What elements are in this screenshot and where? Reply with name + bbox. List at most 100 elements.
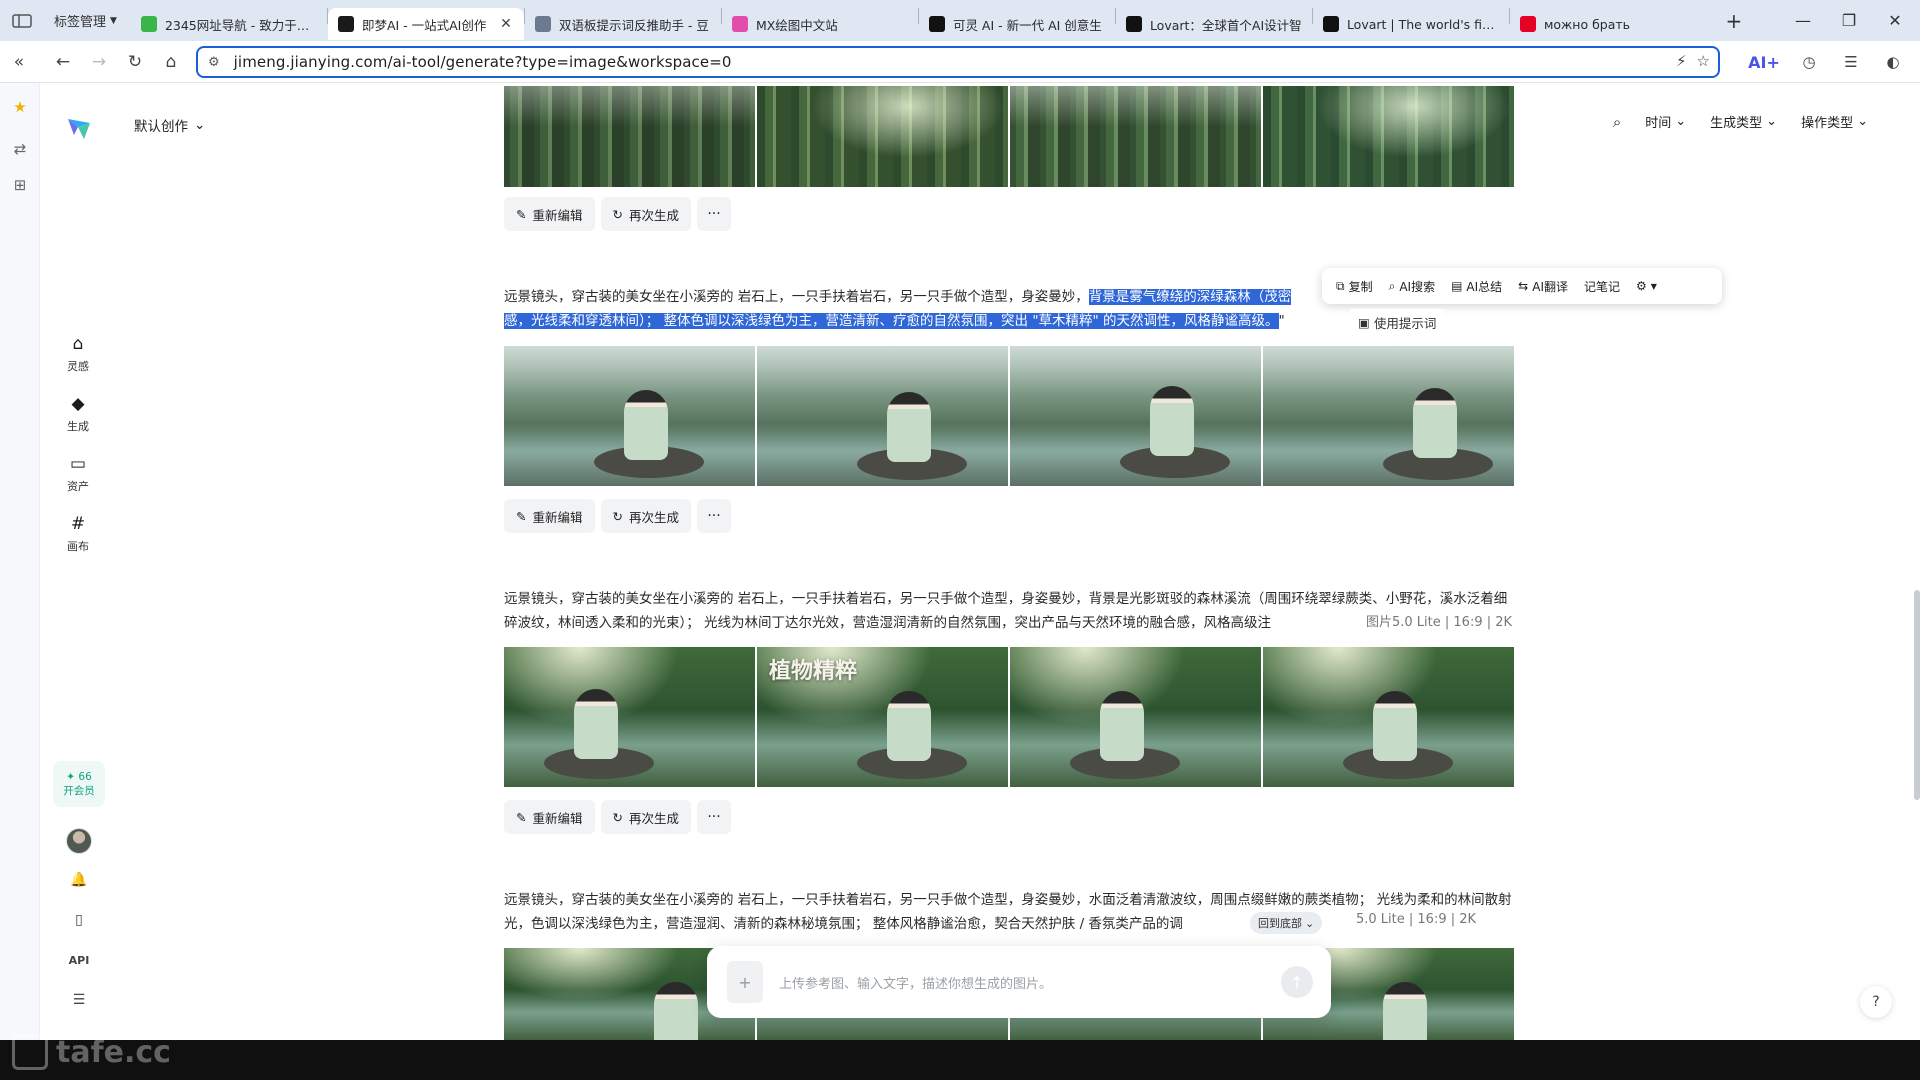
mobile-icon[interactable]: ▯: [66, 907, 92, 933]
generated-image[interactable]: [1010, 86, 1261, 187]
tab-group-button[interactable]: 标签管理 ▼: [46, 10, 125, 32]
use-prompt-button[interactable]: ▣ 使用提示词: [1350, 309, 1445, 335]
browser-tab[interactable]: 即梦AI - 一站式AI创作 ✕: [327, 8, 524, 40]
generated-image[interactable]: [504, 647, 755, 787]
generated-image[interactable]: [1010, 346, 1261, 486]
browser-tab[interactable]: Lovart：全球首个AI设计智: [1116, 8, 1312, 40]
avatar[interactable]: [66, 828, 92, 854]
page-scrollbar[interactable]: [1914, 590, 1920, 800]
jimeng-logo[interactable]: [64, 113, 94, 143]
regenerate-button[interactable]: ↻ 再次生成: [600, 197, 691, 231]
workspace-selector[interactable]: 默认创作 ⌄: [124, 110, 215, 140]
upload-reference-button[interactable]: +: [727, 961, 763, 1003]
chevron-down-icon: ⌄: [1675, 114, 1687, 129]
generation-meta: 5.0 Lite | 16:9 | 2K: [1352, 912, 1477, 927]
copy-button[interactable]: ⧉ 复制: [1328, 268, 1381, 304]
canvas-icon: #: [70, 514, 86, 534]
menu-icon[interactable]: ☰: [66, 987, 92, 1013]
generated-image[interactable]: [504, 86, 755, 187]
generated-image[interactable]: [1263, 647, 1514, 787]
browser-tab[interactable]: 双语板提示词反推助手 - 豆: [525, 8, 721, 40]
tab-title: можно брать: [1543, 16, 1631, 32]
image-figure: [1373, 691, 1417, 761]
bookmark-star-icon[interactable]: ☆: [1697, 52, 1710, 70]
more-button[interactable]: ···: [697, 197, 731, 231]
ai-plus-button[interactable]: AI+: [1744, 53, 1784, 72]
prompt-composer: + 上传参考图、输入文字，描述你想生成的图片。 ↑: [707, 946, 1331, 1018]
nav-label: 生成: [67, 420, 89, 433]
more-button[interactable]: ···: [697, 499, 731, 533]
home-button[interactable]: ⌂: [154, 45, 188, 79]
browser-tab[interactable]: можно брать: [1510, 8, 1706, 40]
nav-generate[interactable]: ◆ 生成: [40, 393, 116, 434]
search-icon: ⌕: [1388, 278, 1396, 293]
generated-image[interactable]: [757, 346, 1008, 486]
generated-image[interactable]: 植物精粹: [757, 647, 1008, 787]
generation-meta: 图片5.0 Lite | 16:9 | 2K: [1362, 611, 1513, 630]
address-bar[interactable]: ⚙ jimeng.jianying.com/ai-tool/generate?t…: [196, 46, 1720, 78]
favorites-star-icon[interactable]: ★: [0, 89, 40, 125]
forward-button[interactable]: →: [82, 45, 116, 79]
app-sidebar: ⌂ 灵感 ◆ 生成 ▭ 资产 # 画布 ✦ 66 开会员 🔔 ▯ API ☰: [40, 83, 116, 1040]
re-edit-button[interactable]: ✎ 重新编辑: [504, 499, 595, 533]
reload-button[interactable]: ↻: [118, 45, 152, 79]
regenerate-button[interactable]: ↻ 再次生成: [600, 499, 691, 533]
site-info-icon[interactable]: ⚙: [208, 55, 220, 70]
close-window-button[interactable]: ✕: [1872, 0, 1918, 41]
browser-tab[interactable]: 可灵 AI - 新一代 AI 创意生: [919, 8, 1115, 40]
help-button[interactable]: ?: [1860, 986, 1892, 1018]
more-button[interactable]: ···: [697, 800, 731, 834]
image-figure: [1100, 691, 1144, 761]
close-tab-icon[interactable]: ✕: [498, 16, 514, 32]
generated-image[interactable]: [757, 86, 1008, 187]
watermark: tafe.cc: [12, 1034, 171, 1070]
generated-image[interactable]: [1263, 86, 1514, 187]
generated-image[interactable]: [1263, 346, 1514, 486]
minimize-button[interactable]: —: [1780, 0, 1826, 41]
generated-image[interactable]: [1010, 647, 1261, 787]
restore-button[interactable]: ❐: [1826, 0, 1872, 41]
ai-translate-button[interactable]: ⇆ AI翻译: [1510, 268, 1576, 304]
sidebar-toggle-icon[interactable]: «: [2, 45, 36, 79]
back-button[interactable]: ←: [46, 45, 80, 79]
back-to-bottom-button[interactable]: 回到底部 ⌄: [1250, 912, 1323, 934]
browser-tab[interactable]: 2345网址导航 - 致力于打造: [131, 8, 327, 40]
image-figure: [654, 982, 698, 1040]
add-panel-icon[interactable]: ⊞: [0, 167, 40, 203]
ai-search-button[interactable]: ⌕ AI搜索: [1381, 268, 1443, 304]
send-button[interactable]: ↑: [1281, 966, 1313, 998]
ai-summary-button[interactable]: ▤ AI总结: [1443, 268, 1510, 304]
nav-inspiration[interactable]: ⌂ 灵感: [40, 333, 116, 374]
tab-actions-menu-icon[interactable]: [4, 7, 40, 35]
copy-icon: ⧉: [1336, 278, 1345, 293]
nav-assets[interactable]: ▭ 资产: [40, 453, 116, 494]
filter-operation-type[interactable]: 操作类型 ⌄: [1801, 112, 1868, 131]
settings-button[interactable]: ⚙ ▼: [1628, 268, 1665, 304]
regenerate-button[interactable]: ↻ 再次生成: [600, 800, 691, 834]
browser-tab[interactable]: Lovart | The world's first d: [1313, 8, 1509, 40]
browser-tab[interactable]: MX绘图中文站: [722, 8, 918, 40]
re-edit-button[interactable]: ✎ 重新编辑: [504, 800, 595, 834]
vip-card[interactable]: ✦ 66 开会员: [53, 761, 105, 807]
theme-icon[interactable]: ◐: [1876, 45, 1910, 79]
take-note-button[interactable]: 记笔记: [1576, 268, 1628, 304]
reading-list-icon[interactable]: ☰: [1834, 45, 1868, 79]
prompt-input[interactable]: 上传参考图、输入文字，描述你想生成的图片。: [779, 973, 1281, 992]
history-icon[interactable]: ◷: [1792, 45, 1826, 79]
chevron-down-icon: ⌄: [1857, 114, 1868, 129]
image-figure: [887, 691, 931, 761]
filter-generation-type[interactable]: 生成类型 ⌄: [1710, 112, 1777, 131]
generated-image[interactable]: [504, 346, 755, 486]
filter-time[interactable]: 时间 ⌄: [1645, 112, 1686, 131]
tab-title: MX绘图中文站: [755, 17, 838, 33]
re-edit-button[interactable]: ✎ 重新编辑: [504, 197, 595, 231]
new-tab-button[interactable]: +: [1718, 5, 1750, 37]
bell-icon[interactable]: 🔔: [66, 867, 92, 893]
edit-icon: ✎: [516, 206, 527, 222]
search-icon[interactable]: ⌕: [1613, 113, 1621, 131]
selected-text: 背景是雾气缭绕的深绿森林（茂密: [1088, 289, 1292, 305]
nav-canvas[interactable]: # 画布: [40, 513, 116, 554]
lightning-icon[interactable]: ⚡: [1676, 52, 1687, 70]
api-link[interactable]: API: [66, 947, 92, 973]
swap-icon[interactable]: ⇄: [0, 131, 40, 167]
